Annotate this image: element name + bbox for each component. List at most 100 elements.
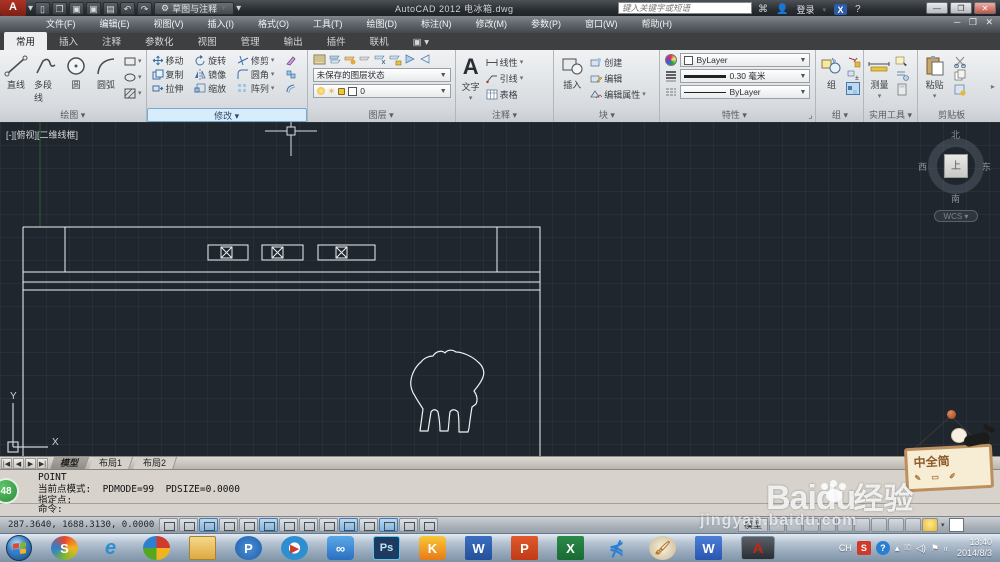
annotation-scale-icon[interactable]: [871, 518, 887, 532]
color-wheel-icon[interactable]: [665, 54, 677, 66]
signin-caret-icon[interactable]: ▾: [822, 6, 826, 14]
new-file-button[interactable]: ▯: [35, 2, 50, 15]
search-input[interactable]: [618, 2, 752, 14]
line-button[interactable]: 直线: [4, 52, 28, 104]
rectangle-flyout[interactable]: ▾: [124, 54, 142, 68]
panel-label-properties[interactable]: 特性 ▾ ⌟: [660, 108, 815, 122]
print-button[interactable]: ▤: [103, 2, 118, 15]
tab-parametric[interactable]: 参数化: [133, 32, 186, 50]
model-space-button[interactable]: 模型: [738, 518, 768, 532]
redo-button[interactable]: ↷: [137, 2, 152, 15]
taskbar-photoshop[interactable]: Ps: [373, 536, 400, 560]
layer-properties-icon[interactable]: [312, 52, 326, 65]
create-block-button[interactable]: 创建: [590, 55, 646, 69]
quick-view-layouts-icon[interactable]: [769, 518, 785, 532]
snap-tracking-toggle[interactable]: [299, 518, 318, 532]
tray-language-indicator[interactable]: CH: [839, 543, 852, 553]
viewcube-south[interactable]: 南: [951, 192, 960, 205]
edit-block-button[interactable]: 编辑: [590, 71, 646, 85]
save-as-button[interactable]: ▣: [86, 2, 101, 15]
start-button[interactable]: [6, 535, 32, 561]
dynamic-input-toggle[interactable]: [339, 518, 358, 532]
menu-window[interactable]: 窗口(W): [573, 16, 630, 33]
linear-dimension-button[interactable]: 线性▾: [486, 55, 524, 69]
tab-annotate[interactable]: 注释: [90, 32, 133, 50]
menu-draw[interactable]: 绘图(D): [355, 16, 410, 33]
copy-clip-icon[interactable]: [952, 68, 966, 81]
annotation-visibility-icon[interactable]: [888, 518, 904, 532]
object-color-dropdown[interactable]: ByLayer▼: [680, 53, 810, 67]
arc-button[interactable]: 圆弧: [94, 52, 118, 104]
offset-button[interactable]: [285, 81, 302, 95]
lineweight-toggle[interactable]: [359, 518, 378, 532]
measure-button[interactable]: 测量 ▾: [867, 52, 891, 100]
hatch-flyout[interactable]: ▾: [124, 86, 142, 100]
first-tab-button[interactable]: |◀: [1, 458, 12, 469]
exchange-icon[interactable]: X: [834, 4, 847, 15]
calculator-icon[interactable]: [894, 82, 908, 95]
qat-customize-caret[interactable]: ▾: [236, 3, 241, 14]
paste-button[interactable]: 粘贴 ▾: [923, 52, 947, 100]
restore-button[interactable]: ❐: [950, 2, 972, 14]
linetype-icon[interactable]: [665, 86, 677, 98]
array-button[interactable]: 阵列▾: [237, 81, 279, 95]
tray-show-hidden-icons[interactable]: ▴: [895, 543, 900, 554]
layer-freeze-icon[interactable]: [372, 52, 386, 65]
layer-lock-icon[interactable]: [387, 52, 401, 65]
tray-action-center-flag-icon[interactable]: ⚑: [931, 543, 939, 554]
layer-dropdown[interactable]: ☀ 0▼: [313, 84, 451, 98]
menu-help[interactable]: 帮助(H): [630, 16, 685, 33]
tray-speaker-icon[interactable]: ◁): [916, 543, 926, 554]
tab-view[interactable]: 视图: [186, 32, 229, 50]
taskbar-autocad-active[interactable]: A: [741, 536, 775, 560]
taskbar-paint-tool[interactable]: 🖌: [649, 536, 676, 560]
quick-properties-toggle[interactable]: [399, 518, 418, 532]
panel-label-modify[interactable]: 修改 ▾: [147, 108, 307, 122]
layer-on-icon[interactable]: [402, 52, 416, 65]
taskbar-360-browser[interactable]: [143, 536, 170, 560]
leader-button[interactable]: 引线▾: [486, 71, 524, 85]
panel-label-annotation[interactable]: 注释 ▾: [456, 108, 554, 122]
circle-button[interactable]: 圆: [64, 52, 88, 104]
zoom-icon[interactable]: [820, 518, 836, 532]
undo-button[interactable]: ↶: [120, 2, 135, 15]
tab-online[interactable]: 联机: [358, 32, 401, 50]
lineweight-dropdown[interactable]: 0.30 毫米▼: [680, 69, 810, 83]
scale-button[interactable]: 缩放: [194, 81, 231, 95]
panel-label-block[interactable]: 块 ▾: [554, 108, 659, 122]
paste-special-icon[interactable]: [952, 82, 966, 95]
signin-link[interactable]: 登录: [796, 3, 814, 16]
menu-insert[interactable]: 插入(I): [196, 16, 247, 33]
layer-match-icon[interactable]: [327, 52, 341, 65]
taskbar-word[interactable]: W: [465, 536, 492, 560]
lineweight-icon[interactable]: [665, 70, 677, 82]
tray-clipboard-icon[interactable]: 🗈: [904, 540, 911, 556]
panel-label-draw[interactable]: 绘图 ▾: [0, 108, 146, 122]
viewcube-east[interactable]: 东: [982, 160, 991, 173]
steering-wheel-icon[interactable]: [837, 518, 853, 532]
panel-label-clipboard[interactable]: 剪贴板: [918, 108, 986, 122]
layer-isolate-icon[interactable]: [342, 52, 356, 65]
edit-attributes-button[interactable]: 编辑属性▾: [590, 87, 646, 101]
taskbar-wps[interactable]: W: [695, 536, 722, 560]
taskbar-file-explorer[interactable]: [189, 536, 216, 560]
taskbar-baidu-cloud[interactable]: ∞: [327, 536, 354, 560]
close-button[interactable]: ✕: [974, 2, 996, 14]
pan-icon[interactable]: [803, 518, 819, 532]
layer-unisolate-icon[interactable]: [357, 52, 371, 65]
quick-calc-icon[interactable]: [894, 68, 908, 81]
viewcube-top-face[interactable]: 上: [944, 154, 968, 178]
command-line-area[interactable]: POINT 当前点模式: PDMODE=99 PDSIZE=0.0000 指定点…: [0, 469, 1000, 516]
taskbar-internet-explorer[interactable]: e: [97, 536, 124, 560]
command-prompt[interactable]: 命令:: [0, 504, 1000, 516]
tab-insert[interactable]: 插入: [47, 32, 90, 50]
selection-cycling-toggle[interactable]: [419, 518, 438, 532]
menu-view[interactable]: 视图(V): [142, 16, 196, 33]
tab-layout1[interactable]: 布局1: [89, 457, 133, 470]
explode-button[interactable]: [285, 67, 302, 81]
wcs-dropdown[interactable]: WCS ▾: [934, 210, 978, 222]
quick-view-drawings-icon[interactable]: [786, 518, 802, 532]
command-prompt-row[interactable]: 命令:: [0, 503, 1000, 516]
rotate-button[interactable]: 旋转: [194, 53, 231, 67]
menu-file[interactable]: 文件(F): [34, 16, 88, 33]
